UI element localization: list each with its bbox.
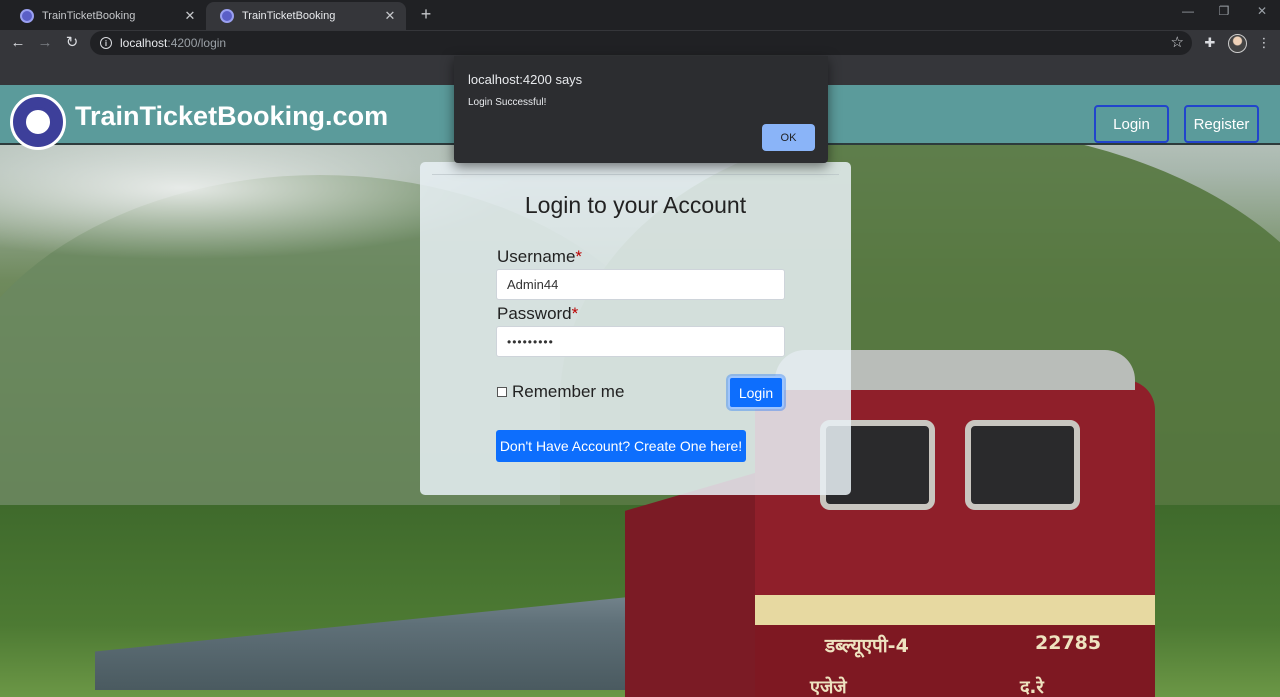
cab-window bbox=[965, 420, 1080, 510]
loco-number-marking: 22785 bbox=[1035, 632, 1102, 654]
tab-1[interactable]: TrainTicketBooking ✕ bbox=[6, 2, 206, 30]
back-icon[interactable]: ← bbox=[8, 33, 28, 53]
menu-kebab-icon[interactable]: ⋮ bbox=[1256, 35, 1272, 51]
card-divider bbox=[432, 174, 839, 175]
address-bar[interactable]: i localhost:4200/login ☆ bbox=[90, 31, 1192, 55]
remember-label: Remember me bbox=[512, 382, 625, 401]
url-host: localhost bbox=[120, 36, 168, 50]
loco-class-marking: डब्ल्यूएपी-4 bbox=[825, 635, 909, 657]
tab-title: TrainTicketBooking bbox=[42, 10, 136, 22]
header-register-button[interactable]: Register bbox=[1184, 105, 1259, 143]
login-title: Login to your Account bbox=[524, 192, 747, 218]
tab-title: TrainTicketBooking bbox=[242, 10, 336, 22]
username-label: Username* bbox=[497, 247, 583, 266]
locomotive-stripe bbox=[755, 595, 1155, 625]
alert-dialog: localhost:4200 says Login Successful! OK bbox=[454, 56, 828, 163]
password-label: Password* bbox=[497, 304, 579, 323]
browser-toolbar: ← → ↻ i localhost:4200/login ☆ ✚ ⋮ bbox=[0, 30, 1280, 56]
close-tab-icon[interactable]: ✕ bbox=[382, 8, 398, 24]
alert-ok-button[interactable]: OK bbox=[762, 124, 815, 151]
username-input[interactable]: Admin44 bbox=[496, 269, 785, 300]
remember-checkbox[interactable] bbox=[497, 387, 507, 397]
minimize-icon[interactable]: — bbox=[1178, 4, 1198, 18]
alert-message: Login Successful! bbox=[468, 97, 547, 108]
login-submit-button[interactable]: Login bbox=[728, 376, 784, 409]
password-input[interactable]: ••••••••• bbox=[496, 326, 785, 357]
url-path: :4200/login bbox=[167, 36, 227, 50]
favicon-icon bbox=[220, 9, 234, 23]
reload-icon[interactable]: ↻ bbox=[62, 33, 82, 53]
login-card: Login to your Account Username* Admin44 … bbox=[420, 162, 851, 495]
alert-title: localhost:4200 says bbox=[468, 72, 583, 87]
loco-left-marking: एजेजे bbox=[810, 677, 847, 697]
bookmark-star-icon[interactable]: ☆ bbox=[1171, 33, 1184, 51]
tab-strip: TrainTicketBooking ✕ TrainTicketBooking … bbox=[0, 0, 1280, 30]
extensions-puzzle-icon[interactable]: ✚ bbox=[1202, 35, 1218, 51]
loco-right-marking: द.रे bbox=[1020, 677, 1044, 697]
indian-railways-logo bbox=[10, 94, 66, 150]
locomotive-side bbox=[625, 470, 765, 697]
favicon-icon bbox=[20, 9, 34, 23]
remember-me[interactable]: Remember me bbox=[497, 382, 624, 402]
info-icon[interactable]: i bbox=[100, 37, 112, 49]
close-tab-icon[interactable]: ✕ bbox=[182, 8, 198, 24]
tab-2[interactable]: TrainTicketBooking ✕ bbox=[206, 2, 406, 30]
forward-icon[interactable]: → bbox=[35, 33, 55, 53]
brand-title[interactable]: TrainTicketBooking.com bbox=[75, 101, 388, 132]
close-window-icon[interactable]: ✕ bbox=[1252, 4, 1272, 18]
restore-icon[interactable]: ❐ bbox=[1214, 4, 1234, 18]
profile-avatar[interactable] bbox=[1228, 34, 1247, 53]
required-mark: * bbox=[575, 247, 583, 266]
plus-icon[interactable]: + bbox=[416, 4, 436, 25]
header-login-button[interactable]: Login bbox=[1094, 105, 1169, 143]
create-account-button[interactable]: Don't Have Account? Create One here! bbox=[496, 430, 746, 462]
page-viewport: डब्ल्यूएपी-4 22785 एजेजे द.रे TrainTicke… bbox=[0, 85, 1280, 697]
required-mark: * bbox=[571, 304, 579, 323]
